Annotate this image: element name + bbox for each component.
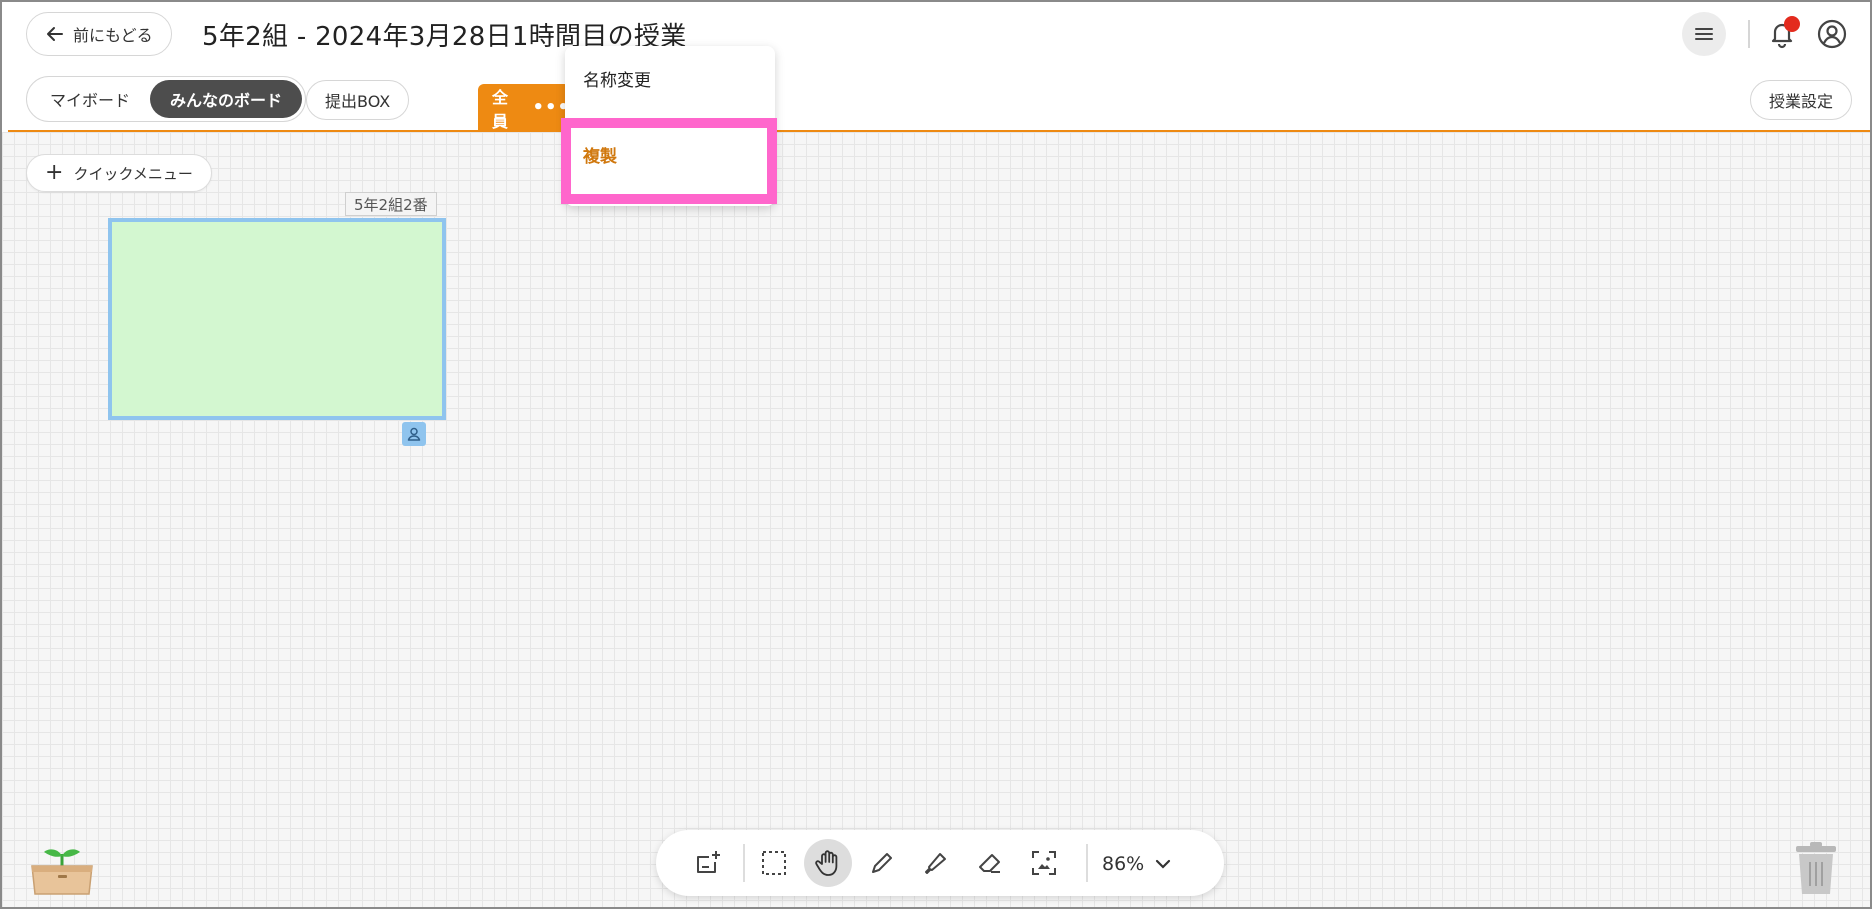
tab-everyone-board[interactable]: みんなのボード — [150, 80, 303, 118]
image-frame-tool[interactable] — [1020, 839, 1068, 887]
toolbar-divider — [1086, 844, 1088, 882]
plus-icon: + — [45, 160, 64, 185]
toolbar-divider — [743, 844, 745, 882]
quick-menu-label: クイックメニュー — [73, 164, 193, 183]
arrow-left-icon — [47, 27, 63, 41]
tab-options-menu: 名称変更 複製 — [565, 46, 775, 206]
hand-tool[interactable] — [804, 839, 852, 887]
menu-item-rename[interactable]: 名称変更 — [565, 50, 775, 106]
person-icon — [407, 427, 421, 441]
marker-tool[interactable] — [912, 839, 960, 887]
sprout-box-icon — [31, 849, 93, 895]
hamburger-icon — [1695, 28, 1713, 40]
notification-dot — [1784, 16, 1800, 32]
add-card-tool[interactable] — [684, 839, 732, 887]
hand-icon — [815, 850, 838, 876]
add-card-icon — [697, 851, 720, 873]
app-window: 前にもどる 5年2組 - 2024年3月28日1時間目の授業 マイボード みんな… — [0, 0, 1872, 909]
tab-my-board[interactable]: マイボード — [30, 80, 150, 118]
select-area-tool[interactable] — [750, 839, 798, 887]
board-switch: マイボード みんなのボード — [26, 76, 307, 122]
card-owner-badge[interactable] — [402, 422, 426, 446]
back-label: 前にもどる — [73, 26, 153, 45]
chevron-down-icon — [1156, 859, 1171, 869]
lesson-settings-button[interactable]: 授業設定 — [1749, 80, 1852, 120]
trash-icon[interactable] — [1792, 840, 1840, 896]
board-canvas[interactable]: + クイックメニュー 5年2組2番 — [2, 132, 1870, 907]
header: 前にもどる 5年2組 - 2024年3月28日1時間目の授業 マイボード みんな… — [2, 2, 1870, 132]
back-button[interactable]: 前にもどる — [26, 12, 172, 56]
tab-group-label: 全員 — [492, 88, 509, 131]
zoom-value: 86% — [1102, 853, 1145, 875]
header-divider — [1748, 20, 1750, 48]
eraser-icon — [979, 854, 1000, 873]
menu-item-duplicate[interactable]: 複製 — [565, 126, 775, 182]
marker-icon — [925, 853, 946, 874]
tab-group-all[interactable]: 全員 ••• — [478, 84, 570, 132]
user-circle-icon — [1817, 19, 1847, 49]
select-area-icon — [762, 851, 786, 875]
account-button[interactable] — [1810, 12, 1854, 56]
board-card[interactable] — [108, 218, 446, 420]
quick-menu-button[interactable]: + クイックメニュー — [26, 154, 212, 192]
card-owner-label: 5年2組2番 — [345, 192, 437, 216]
menu-button[interactable] — [1682, 12, 1726, 56]
pen-tool[interactable] — [858, 839, 906, 887]
notification-button[interactable] — [1760, 12, 1804, 56]
pen-icon — [872, 853, 892, 873]
submit-box-button[interactable]: 提出BOX — [306, 80, 410, 120]
image-frame-icon — [1032, 851, 1056, 875]
zoom-control[interactable]: 86% — [1102, 842, 1172, 886]
eraser-tool[interactable] — [966, 839, 1014, 887]
